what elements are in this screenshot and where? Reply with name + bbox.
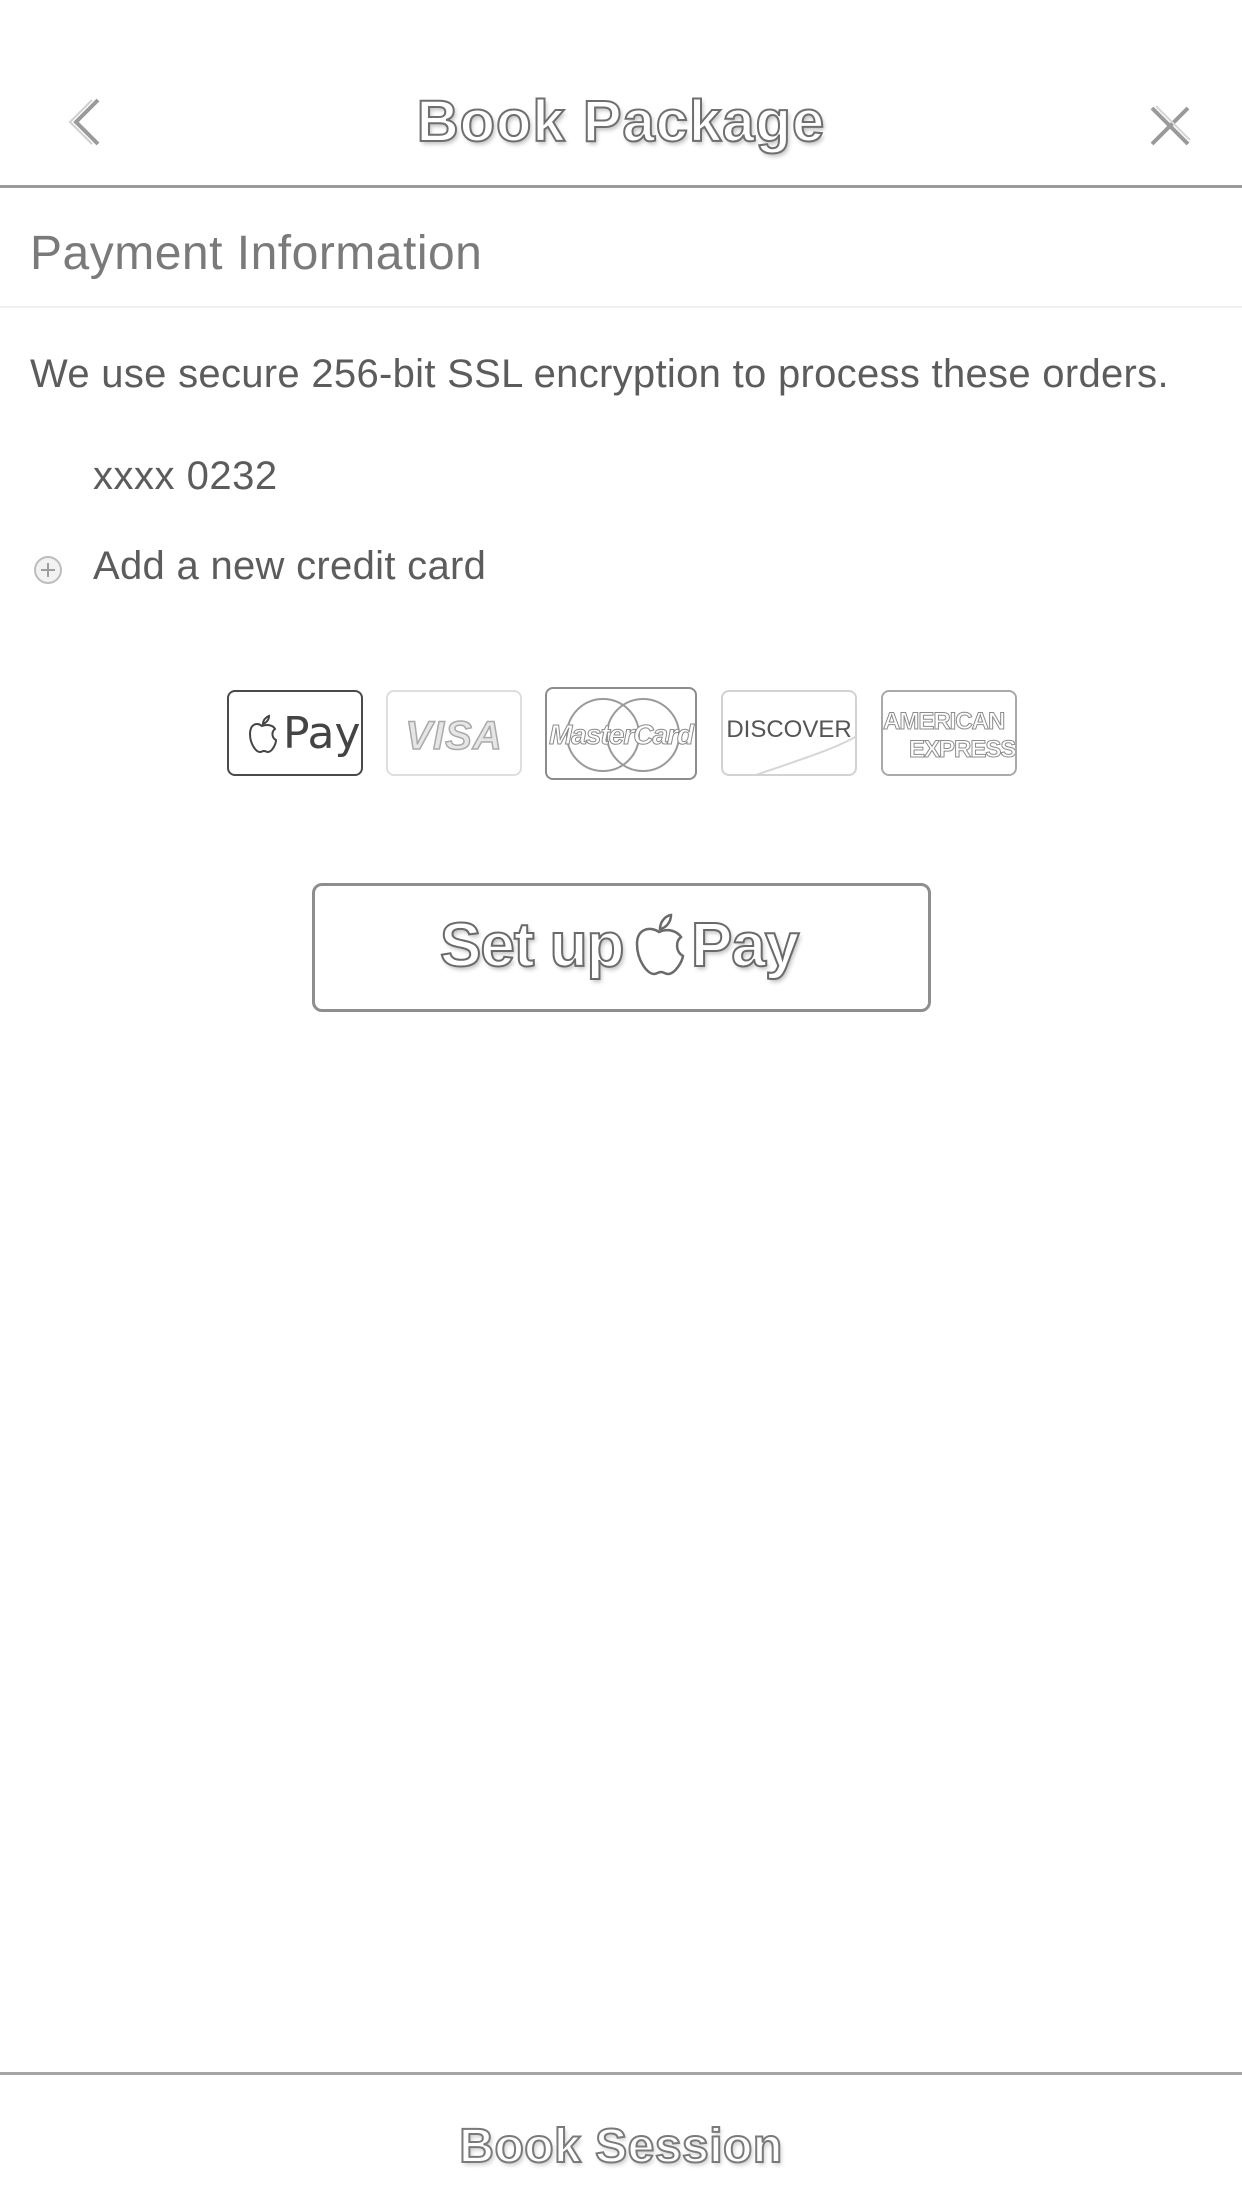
setup-label: Set up — [439, 910, 625, 981]
amex-logo: AMERICAN EXPRESS — [881, 690, 1017, 776]
apple-icon — [635, 913, 685, 976]
mastercard-text: MasterCard — [548, 719, 694, 751]
page-title: Book Package — [416, 88, 826, 155]
amex-text-line1: AMERICAN — [883, 708, 1006, 736]
ssl-note: We use secure 256-bit SSL encryption to … — [30, 352, 1169, 396]
saved-card-number: xxxx 0232 — [93, 454, 278, 498]
apple-icon — [248, 714, 277, 754]
amex-text-line2: EXPRESS — [908, 736, 1016, 764]
apple-pay-text: Pay — [283, 708, 361, 759]
add-credit-card-button[interactable]: Add a new credit card — [0, 530, 1242, 610]
visa-logo: VISA — [386, 690, 522, 776]
discover-text: DISCOVER — [726, 716, 852, 743]
saved-card-option[interactable]: xxxx 0232 — [0, 440, 1242, 520]
pay-label: Pay — [690, 910, 800, 981]
discover-logo: DISCOVER — [721, 690, 857, 776]
close-icon — [1150, 105, 1191, 146]
header-bar: Book Package — [0, 0, 1242, 188]
apple-pay-logo: Pay — [227, 690, 363, 776]
setup-apple-pay-button[interactable]: Set up Pay — [312, 883, 931, 1012]
close-button[interactable] — [1140, 96, 1200, 156]
section-title: Payment Information — [30, 227, 483, 280]
add-card-label: Add a new credit card — [93, 544, 487, 588]
plus-circle-icon — [34, 556, 62, 584]
mastercard-logo: MasterCard — [545, 687, 697, 780]
book-session-button[interactable]: Book Session — [0, 2072, 1242, 2208]
visa-text: VISA — [405, 713, 503, 759]
payment-section-header: Payment Information — [0, 190, 1242, 308]
book-session-label: Book Session — [458, 2119, 783, 2174]
